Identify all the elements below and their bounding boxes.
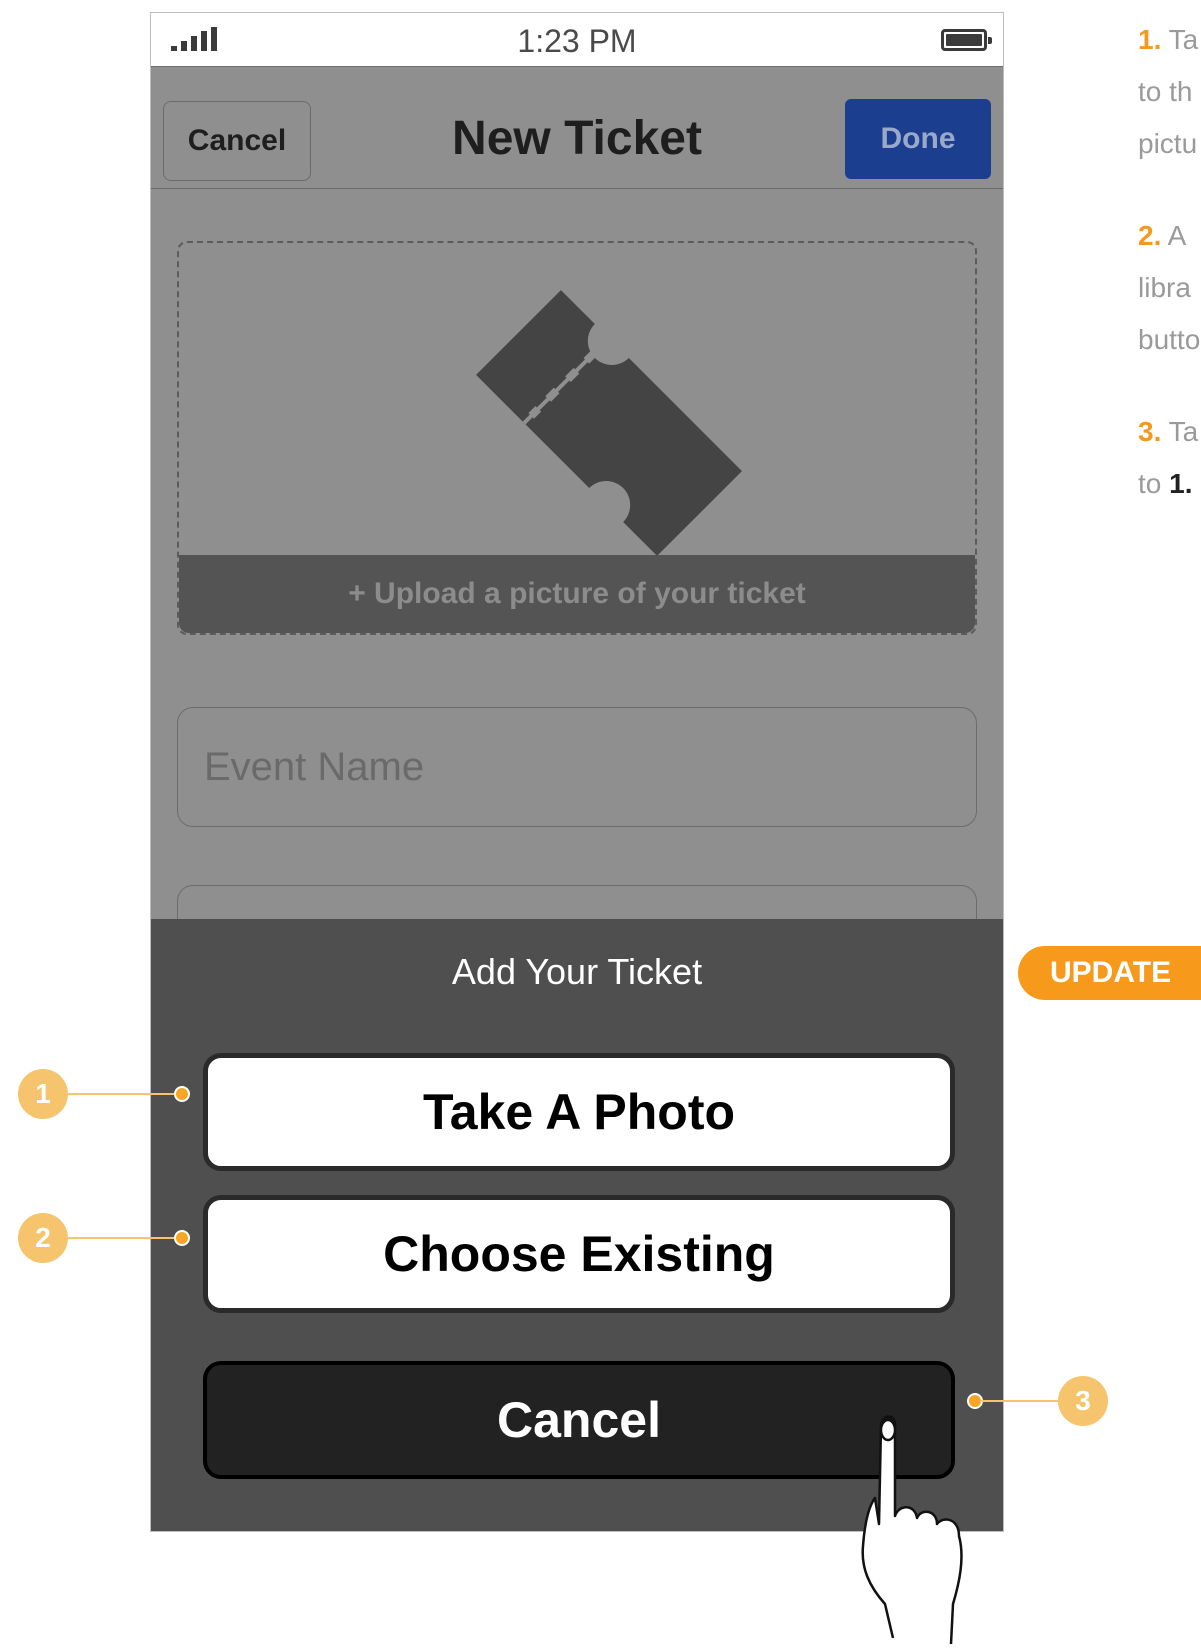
action-sheet-title: Add Your Ticket [451,951,703,992]
callout-2-dot [174,1230,190,1246]
note-3-line-2: to 1. [1138,468,1193,499]
update-badge: UPDATE [1018,946,1201,1000]
callout-3: 3 [1058,1376,1108,1426]
ticket-icon [476,290,742,556]
callout-1-dot [174,1086,190,1102]
ticket-upload-area[interactable]: + Upload a picture of your ticket [177,241,977,635]
note-2-line-3: butto [1138,324,1201,355]
note-3-line-1: 3. Ta [1138,416,1199,447]
page-title: New Ticket [452,112,702,165]
event-name-input[interactable]: Event Name [177,707,977,827]
callout-1: 1 [18,1069,68,1119]
sheet-cancel-button[interactable]: Cancel [203,1361,955,1479]
callout-1-line [68,1093,178,1095]
choose-existing-button[interactable]: Choose Existing [203,1195,955,1313]
done-button[interactable]: Done [845,99,991,179]
status-time: 1:23 PM [517,23,637,59]
note-1-line-1: 1. Ta [1138,24,1199,55]
phone-screen: 1:23 PM Cancel New Ticket Done + Upload … [150,12,1004,1532]
callout-3-line [980,1400,1060,1402]
take-photo-button[interactable]: Take A Photo [203,1053,955,1171]
note-1-line-3: pictu [1138,128,1198,159]
note-2-line-1: 2. A [1138,220,1187,251]
nav-cancel-button[interactable]: Cancel [163,101,311,181]
callout-2: 2 [18,1213,68,1263]
navigation-bar: Cancel New Ticket Done [151,67,1003,189]
hand-pointer-icon [861,1415,963,1645]
status-bar: 1:23 PM [151,13,1003,67]
callout-2-line [68,1237,178,1239]
upload-picture-button[interactable]: + Upload a picture of your ticket [179,555,975,633]
note-1-line-2: to th [1138,76,1193,107]
note-2-line-2: libra [1138,272,1191,303]
battery-icon [941,29,992,51]
